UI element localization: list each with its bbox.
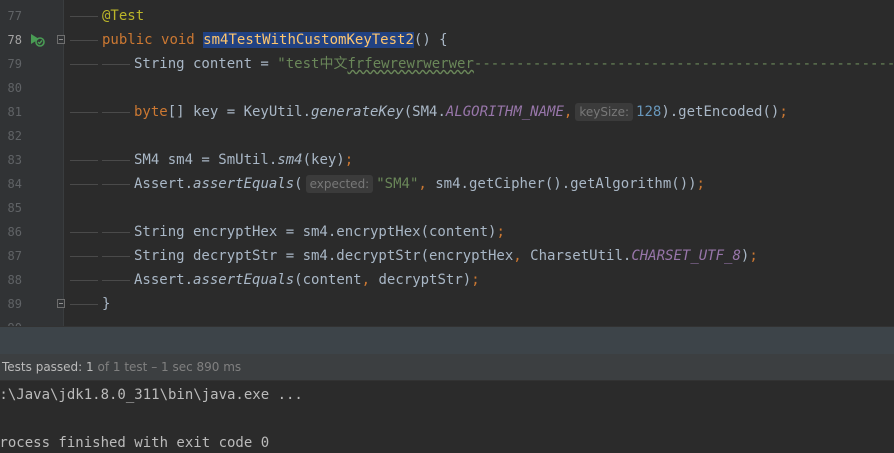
line-number: 81 <box>7 105 22 119</box>
line-number: 90 <box>0 316 22 326</box>
line-number: 87 <box>7 249 22 263</box>
code-text: @Test <box>102 8 145 24</box>
indent-guide <box>70 112 98 113</box>
indent-guide <box>102 112 130 113</box>
code-text: Assert.assertEquals(expected: "SM4", sm4.… <box>134 175 705 193</box>
code-line[interactable]: 83 SM4 sm4 = SmUtil.sm4(key); <box>0 148 894 172</box>
indent-guide <box>102 280 130 281</box>
tests-total: of 1 test <box>93 360 148 374</box>
code-text: SM4 sm4 = SmUtil.sm4(key); <box>134 152 354 168</box>
panel-header-strip <box>0 326 894 354</box>
code-text: } <box>102 296 111 312</box>
line-number: 89 <box>7 297 22 311</box>
indent-guide <box>70 304 98 305</box>
indent-guide <box>70 160 98 161</box>
code-text: byte[] key = KeyUtil.generateKey(SM4.ALG… <box>134 103 788 121</box>
line-number: 86 <box>7 225 22 239</box>
code-line[interactable]: 89 } <box>0 292 894 316</box>
indent-guide <box>70 232 98 233</box>
line-number: 78 <box>7 33 22 47</box>
console-command-line[interactable]: D:\Java\jdk1.8.0_311\bin\java.exe ... <box>0 385 303 405</box>
parameter-hint: keySize: <box>575 103 634 121</box>
typo-underlined-text: frfewrewrwerwer <box>347 56 474 72</box>
console-exit-line: Process finished with exit code 0 <box>0 435 270 451</box>
test-status-bar: Tests passed: 1 of 1 test – 1 sec 890 ms <box>0 354 894 381</box>
code-line[interactable]: 78 public void sm4TestWithCustomKeyTest2… <box>0 28 894 52</box>
line-number: 85 <box>7 201 22 215</box>
line-number: 84 <box>7 177 22 191</box>
line-number: 88 <box>7 273 22 287</box>
code-text: String encryptHex = sm4.encryptHex(conte… <box>134 224 505 240</box>
tests-duration: – 1 sec 890 ms <box>147 360 242 374</box>
code-line[interactable]: 88 Assert.assertEquals(content, decryptS… <box>0 268 894 292</box>
tests-passed-count: 1 <box>86 360 94 374</box>
indent-guide <box>70 16 98 17</box>
code-line[interactable]: 79 String content = "test中文frfewrewrwerw… <box>0 52 894 76</box>
code-line[interactable]: 84 Assert.assertEquals(expected: "SM4", s… <box>0 172 894 196</box>
code-text: String content = "test中文frfewrewrwerwer-… <box>134 56 894 72</box>
code-line[interactable]: 81 byte[] key = KeyUtil.generateKey(SM4.… <box>0 100 894 124</box>
line-number: 82 <box>7 129 22 143</box>
console-output[interactable]: D:\Java\jdk1.8.0_311\bin\java.exe ... Pr… <box>0 381 894 453</box>
line-number: 79 <box>7 57 22 71</box>
method-declaration: public void sm4TestWithCustomKeyTest2() … <box>102 32 448 48</box>
indent-guide <box>102 232 130 233</box>
indent-guide <box>102 256 130 257</box>
code-line[interactable]: 90 <box>0 316 894 326</box>
indent-guide <box>70 256 98 257</box>
parameter-hint: expected: <box>305 175 374 193</box>
selected-method-name: sm4TestWithCustomKeyTest2 <box>203 32 414 48</box>
indent-guide <box>70 184 98 185</box>
run-test-icon[interactable] <box>29 33 45 47</box>
indent-guide <box>70 280 98 281</box>
code-line[interactable]: 77 @Test <box>0 4 894 28</box>
indent-guide <box>70 64 98 65</box>
code-editor[interactable]: 77 @Test 78 public void sm4TestWithCusto… <box>0 0 894 326</box>
indent-guide <box>70 40 98 41</box>
fold-end-icon[interactable] <box>57 299 65 308</box>
indent-guide <box>102 64 130 65</box>
line-number: 83 <box>7 153 22 167</box>
tests-passed-label: Tests passed: <box>2 360 87 374</box>
code-line[interactable]: 87 String decryptStr = sm4.decryptStr(en… <box>0 244 894 268</box>
code-text: String decryptStr = sm4.decryptStr(encry… <box>134 248 758 264</box>
fold-collapse-icon[interactable] <box>57 35 65 44</box>
code-line[interactable]: 85 <box>0 196 894 220</box>
line-number: 80 <box>7 81 22 95</box>
code-line[interactable]: 80 <box>0 76 894 100</box>
indent-guide <box>102 160 130 161</box>
line-number: 77 <box>7 9 22 23</box>
panel-header-background <box>0 327 894 354</box>
code-text: Assert.assertEquals(content, decryptStr)… <box>134 272 480 288</box>
indent-guide <box>102 184 130 185</box>
code-line[interactable]: 86 String encryptHex = sm4.encryptHex(co… <box>0 220 894 244</box>
code-line[interactable]: 82 <box>0 124 894 148</box>
